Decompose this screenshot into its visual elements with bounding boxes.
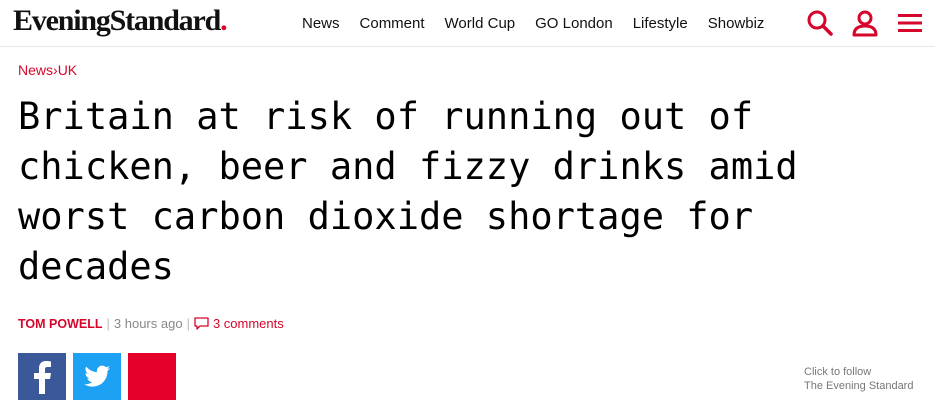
- breadcrumb: News›UK: [18, 62, 77, 78]
- comment-icon: [194, 317, 209, 330]
- article-headline: Britain at risk of running out of chicke…: [18, 95, 798, 288]
- byline-divider: |: [106, 316, 110, 331]
- follow-line-1: Click to follow: [804, 366, 872, 378]
- nav-item-news[interactable]: News: [302, 15, 340, 32]
- menu-icon[interactable]: [896, 9, 924, 37]
- site-header: EveningStandard. News Comment World Cup …: [0, 0, 935, 47]
- author-link[interactable]: TOM POWELL: [18, 317, 103, 331]
- nav-item-comment[interactable]: Comment: [360, 15, 425, 32]
- search-icon[interactable]: [806, 9, 834, 37]
- twitter-icon: [84, 365, 110, 387]
- main-nav: News Comment World Cup GO London Lifesty…: [292, 0, 774, 47]
- breadcrumb-news[interactable]: News: [18, 62, 53, 78]
- nav-item-showbiz[interactable]: Showbiz: [708, 15, 765, 32]
- follow-line-2: The Evening Standard: [804, 380, 914, 392]
- share-button[interactable]: [128, 353, 176, 400]
- comments-count: 3 comments: [212, 316, 284, 331]
- site-logo[interactable]: EveningStandard.: [13, 4, 228, 38]
- byline: TOM POWELL | 3 hours ago | 3 comments: [18, 316, 284, 331]
- byline-divider: |: [186, 316, 190, 331]
- nav-item-go-london[interactable]: GO London: [535, 15, 613, 32]
- comments-link[interactable]: 3 comments: [194, 316, 284, 331]
- nav-item-lifestyle[interactable]: Lifestyle: [633, 15, 688, 32]
- nav-item-world-cup[interactable]: World Cup: [445, 15, 516, 32]
- publish-time: 3 hours ago: [113, 316, 183, 331]
- facebook-icon: [34, 360, 51, 394]
- follow-prompt[interactable]: Click to follow The Evening Standard: [804, 365, 913, 393]
- breadcrumb-uk[interactable]: UK: [58, 62, 77, 78]
- facebook-share-button[interactable]: [18, 353, 66, 400]
- user-icon[interactable]: [851, 9, 879, 37]
- twitter-share-button[interactable]: [73, 353, 121, 400]
